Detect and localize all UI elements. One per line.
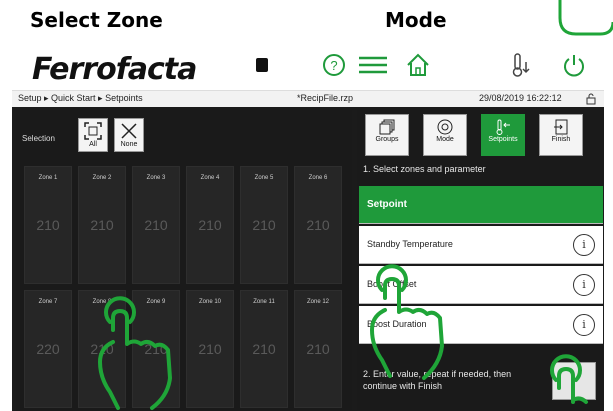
zone-name: Zone 12 [306, 299, 330, 305]
zone-tile[interactable]: Zone 8 210 [78, 290, 126, 408]
step2-instruction: 2. Enter value, repeat if needed, then c… [363, 369, 512, 391]
help-icon[interactable]: ? [321, 52, 347, 78]
param-label: Boost Duration [367, 319, 427, 329]
param-row-boost-duration[interactable]: Boost Duration i [359, 306, 603, 344]
tab-finish-label: Finish [551, 136, 571, 143]
zone-value: 210 [144, 341, 168, 357]
info-icon[interactable]: i [573, 314, 595, 336]
zone-name: Zone 9 [146, 299, 166, 305]
zone-value: 210 [90, 217, 114, 233]
param-row-standby[interactable]: Standby Temperature i [359, 226, 603, 264]
zone-panel: Selection All None Zone 1 210 Zone 2 210 Zon… [16, 110, 352, 410]
tab-groups-label: Groups [375, 136, 399, 143]
datetime: 29/08/2019 16:22:12 [479, 93, 562, 103]
zone-name: Zone 8 [92, 299, 112, 305]
logo: Ferrofacta [32, 52, 197, 87]
zone-value: 210 [252, 341, 276, 357]
select-all-icon [84, 122, 102, 140]
zone-name: Zone 2 [92, 175, 112, 181]
finish-shortcut-button[interactable] [552, 362, 596, 400]
hmi-screen: Ferrofacta ? Setup ▸ Quick Start ▸ Setpo… [12, 44, 604, 411]
zone-tile[interactable]: Zone 9 210 [132, 290, 180, 408]
select-all-label: All [89, 141, 97, 148]
zone-name: Zone 1 [38, 175, 58, 181]
zone-value: 210 [198, 341, 222, 357]
zone-value: 210 [306, 341, 330, 357]
zone-value: 210 [36, 217, 60, 233]
selection-label: Selection [22, 134, 55, 143]
zone-tile[interactable]: Zone 2 210 [78, 166, 126, 284]
select-none-label: None [120, 141, 138, 148]
power-icon[interactable] [561, 52, 587, 78]
zone-name: Zone 6 [308, 175, 328, 181]
zone-tile[interactable]: Zone 3 210 [132, 166, 180, 284]
zone-tile[interactable]: Zone 10 210 [186, 290, 234, 408]
param-row-boost-offset[interactable]: Boost Offset i [359, 266, 603, 304]
tab-setpoints-label: Setpoints [488, 136, 518, 143]
zone-tile[interactable]: Zone 7 220 [24, 290, 72, 408]
select-zone-caption: Select Zone [30, 8, 163, 32]
groups-icon [379, 119, 395, 135]
zone-name: Zone 10 [198, 299, 222, 305]
zone-name: Zone 3 [146, 175, 166, 181]
zone-name: Zone 11 [253, 299, 275, 305]
home-icon[interactable] [405, 52, 431, 78]
info-icon[interactable]: i [573, 274, 595, 296]
setpoints-icon [496, 119, 510, 135]
zone-tile[interactable]: Zone 4 210 [186, 166, 234, 284]
zone-tile[interactable]: Zone 1 210 [24, 166, 72, 284]
zone-name: Zone 4 [200, 175, 220, 181]
finish-icon [554, 119, 568, 135]
zone-name: Zone 5 [254, 175, 274, 181]
zone-value: 210 [90, 341, 114, 357]
zone-value: 210 [198, 217, 222, 233]
select-none-button[interactable]: None [114, 118, 144, 152]
close-icon [121, 123, 137, 139]
setpoint-header: Setpoint [359, 186, 603, 224]
zone-value: 210 [306, 217, 330, 233]
top-bar: Ferrofacta ? [12, 44, 604, 90]
step1-instruction: 1. Select zones and parameter [363, 164, 486, 174]
settings-panel: Groups Mode Setpoints Finish 1. Select z… [357, 110, 604, 410]
tab-finish[interactable]: Finish [539, 114, 583, 156]
svg-text:?: ? [330, 58, 337, 73]
param-label: Boost Offset [367, 279, 417, 289]
thermometer-down-icon[interactable] [509, 52, 535, 78]
zone-tile[interactable]: Zone 12 210 [294, 290, 342, 408]
setpoint-header-label: Setpoint [367, 199, 407, 210]
mode-caption: Mode [385, 8, 447, 32]
lock-icon[interactable] [585, 93, 597, 105]
select-all-button[interactable]: All [78, 118, 108, 152]
file-name: *RecipFile.rzp [297, 93, 354, 103]
logo-mark [256, 58, 268, 72]
menu-icon[interactable] [357, 52, 389, 78]
zone-tile[interactable]: Zone 6 210 [294, 166, 342, 284]
zone-value: 210 [144, 217, 168, 233]
tab-setpoints[interactable]: Setpoints [481, 114, 525, 156]
zone-value: 220 [36, 341, 60, 357]
tab-groups[interactable]: Groups [365, 114, 409, 156]
tab-mode-label: Mode [436, 136, 454, 143]
zone-tile[interactable]: Zone 5 210 [240, 166, 288, 284]
info-icon[interactable]: i [573, 234, 595, 256]
breadcrumb-bar: Setup ▸ Quick Start ▸ Setpoints *RecipFi… [12, 90, 604, 107]
tab-mode[interactable]: Mode [423, 114, 467, 156]
zone-name: Zone 7 [38, 299, 58, 305]
callout-bracket [558, 0, 613, 36]
zone-value: 210 [252, 217, 276, 233]
breadcrumb[interactable]: Setup ▸ Quick Start ▸ Setpoints [18, 93, 143, 104]
param-label: Standby Temperature [367, 239, 453, 249]
zone-tile[interactable]: Zone 11 210 [240, 290, 288, 408]
mode-icon [437, 119, 453, 135]
